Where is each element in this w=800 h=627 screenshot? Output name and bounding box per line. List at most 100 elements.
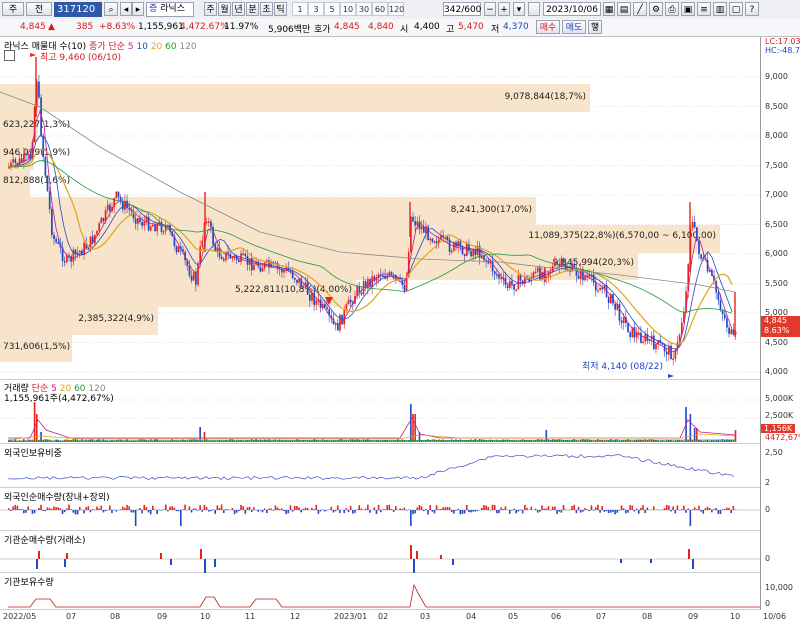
panel-menu-icon[interactable] bbox=[4, 50, 15, 61]
foreign-net-bar bbox=[171, 506, 173, 510]
candle bbox=[642, 341, 644, 344]
interval-button[interactable]: 120 bbox=[388, 2, 404, 16]
period-button[interactable]: 주 bbox=[204, 2, 217, 16]
foreign-net-bar bbox=[594, 507, 597, 510]
candle bbox=[356, 285, 358, 296]
foreign-net-chart[interactable] bbox=[0, 488, 760, 531]
date-input[interactable]: 2023/10/06 bbox=[543, 2, 601, 16]
settings-icon[interactable]: ⚙ bbox=[649, 2, 663, 16]
candle bbox=[435, 241, 438, 244]
period-button[interactable]: 초 bbox=[260, 2, 273, 16]
calendar-icon[interactable]: ▦ bbox=[603, 2, 615, 16]
period-button[interactable]: 월 bbox=[218, 2, 231, 16]
interval-button[interactable]: 3 bbox=[308, 2, 324, 16]
price-chart[interactable] bbox=[0, 37, 760, 380]
foreign-net-bar bbox=[524, 504, 526, 510]
foreign-net-bar bbox=[465, 505, 468, 510]
interval-button[interactable]: 30 bbox=[356, 2, 372, 16]
interval-button[interactable]: 60 bbox=[372, 2, 388, 16]
volume-last-pct: 4472,67% bbox=[765, 433, 800, 442]
foreign-net-bar bbox=[414, 510, 416, 514]
foreign-net-bar bbox=[599, 510, 601, 513]
candle bbox=[577, 275, 580, 279]
buy-button[interactable]: 매수 bbox=[536, 20, 560, 34]
foreign-net-bar bbox=[603, 510, 606, 512]
segment-select[interactable]: 전 bbox=[26, 2, 52, 16]
stock-name: 라닉스 bbox=[160, 4, 185, 14]
foreign-net-bar bbox=[302, 508, 305, 510]
open-label: 시 bbox=[400, 25, 409, 35]
volume-chart[interactable] bbox=[0, 380, 760, 444]
candle bbox=[599, 287, 601, 291]
foreign-net-bar bbox=[569, 509, 571, 510]
foreign-net-bar bbox=[575, 510, 578, 514]
inst-net-bar bbox=[650, 559, 652, 563]
foreign-net-bar bbox=[704, 508, 707, 510]
list-icon[interactable]: ≡ bbox=[697, 2, 711, 16]
volume-bar bbox=[453, 440, 455, 442]
foreign-net-bar bbox=[633, 510, 636, 512]
period-button[interactable]: 분 bbox=[246, 2, 259, 16]
search-icon[interactable]: ⌕ bbox=[104, 2, 118, 16]
candle bbox=[25, 153, 27, 156]
chart-icon[interactable]: ▥ bbox=[713, 2, 727, 16]
next-arrow-icon[interactable]: ▸ bbox=[132, 2, 144, 16]
foreign-net-bar bbox=[283, 510, 285, 512]
zoom-out-icon[interactable]: − bbox=[484, 2, 496, 16]
foreign-net-bar bbox=[48, 508, 51, 510]
candle bbox=[463, 254, 466, 256]
inst-net-chart[interactable] bbox=[0, 531, 760, 573]
candle bbox=[691, 221, 694, 228]
grid-icon[interactable]: ▤ bbox=[617, 2, 631, 16]
market-select[interactable]: 주 bbox=[2, 2, 24, 16]
interval-button[interactable]: 5 bbox=[324, 2, 340, 16]
sell-button[interactable]: 매도 bbox=[562, 20, 586, 34]
foreign-net-bar bbox=[126, 504, 128, 510]
foreign-net-bar bbox=[693, 507, 696, 510]
period-button[interactable]: 틱 bbox=[274, 2, 287, 16]
foreign-net-bar bbox=[336, 505, 339, 510]
foreign-net-bar bbox=[511, 510, 513, 511]
line-icon[interactable]: ╱ bbox=[633, 2, 647, 16]
foreign-net-bar bbox=[644, 510, 646, 514]
candle bbox=[655, 344, 657, 350]
bar-counter[interactable]: 342/600 bbox=[443, 2, 481, 16]
checkbox-icon[interactable] bbox=[528, 2, 540, 16]
prev-arrow-icon[interactable]: ◂ bbox=[120, 2, 132, 16]
foreign-net-bar bbox=[377, 504, 380, 510]
candle bbox=[345, 304, 348, 310]
foreign-net-bar bbox=[231, 508, 234, 510]
foreign-net-bar bbox=[573, 504, 576, 510]
volume-bar bbox=[498, 440, 500, 442]
candle bbox=[117, 191, 120, 197]
help-icon[interactable]: ? bbox=[745, 2, 759, 16]
foreign-net-bar bbox=[220, 504, 223, 510]
foreign-net-bar bbox=[640, 507, 642, 510]
volume-bar bbox=[23, 439, 25, 442]
window-icon[interactable]: ▢ bbox=[729, 2, 743, 16]
foreign-net-bar bbox=[330, 506, 333, 510]
foreign-net-bar bbox=[91, 509, 94, 510]
interval-button[interactable]: 10 bbox=[340, 2, 356, 16]
foreign-ratio-chart[interactable] bbox=[0, 444, 760, 488]
candle bbox=[137, 218, 139, 224]
inst-hold-chart[interactable] bbox=[0, 573, 760, 610]
interval-button[interactable]: 1 bbox=[292, 2, 308, 16]
extra-button[interactable]: 햏 bbox=[588, 20, 602, 34]
stock-code-input[interactable]: 317120 bbox=[54, 2, 102, 17]
capture-icon[interactable]: ▣ bbox=[681, 2, 695, 16]
foreign-net-bar bbox=[730, 510, 732, 514]
foreign-net-bar bbox=[663, 508, 666, 510]
period-button[interactable]: 년 bbox=[232, 2, 245, 16]
foreign-net-bar bbox=[321, 509, 324, 510]
foreign-net-bar bbox=[124, 507, 126, 510]
foreign-net-bar bbox=[121, 506, 124, 510]
candle bbox=[98, 223, 100, 231]
zoom-in-icon[interactable]: + bbox=[498, 2, 510, 16]
print-icon[interactable]: ⎙ bbox=[665, 2, 679, 16]
foreign-net-bar bbox=[104, 510, 107, 512]
foreign-net-bar bbox=[653, 506, 655, 510]
calendar-toggle-icon[interactable]: ▾ bbox=[513, 2, 525, 16]
fn-y-label: 0 bbox=[765, 505, 771, 514]
volume-bar bbox=[343, 440, 345, 442]
